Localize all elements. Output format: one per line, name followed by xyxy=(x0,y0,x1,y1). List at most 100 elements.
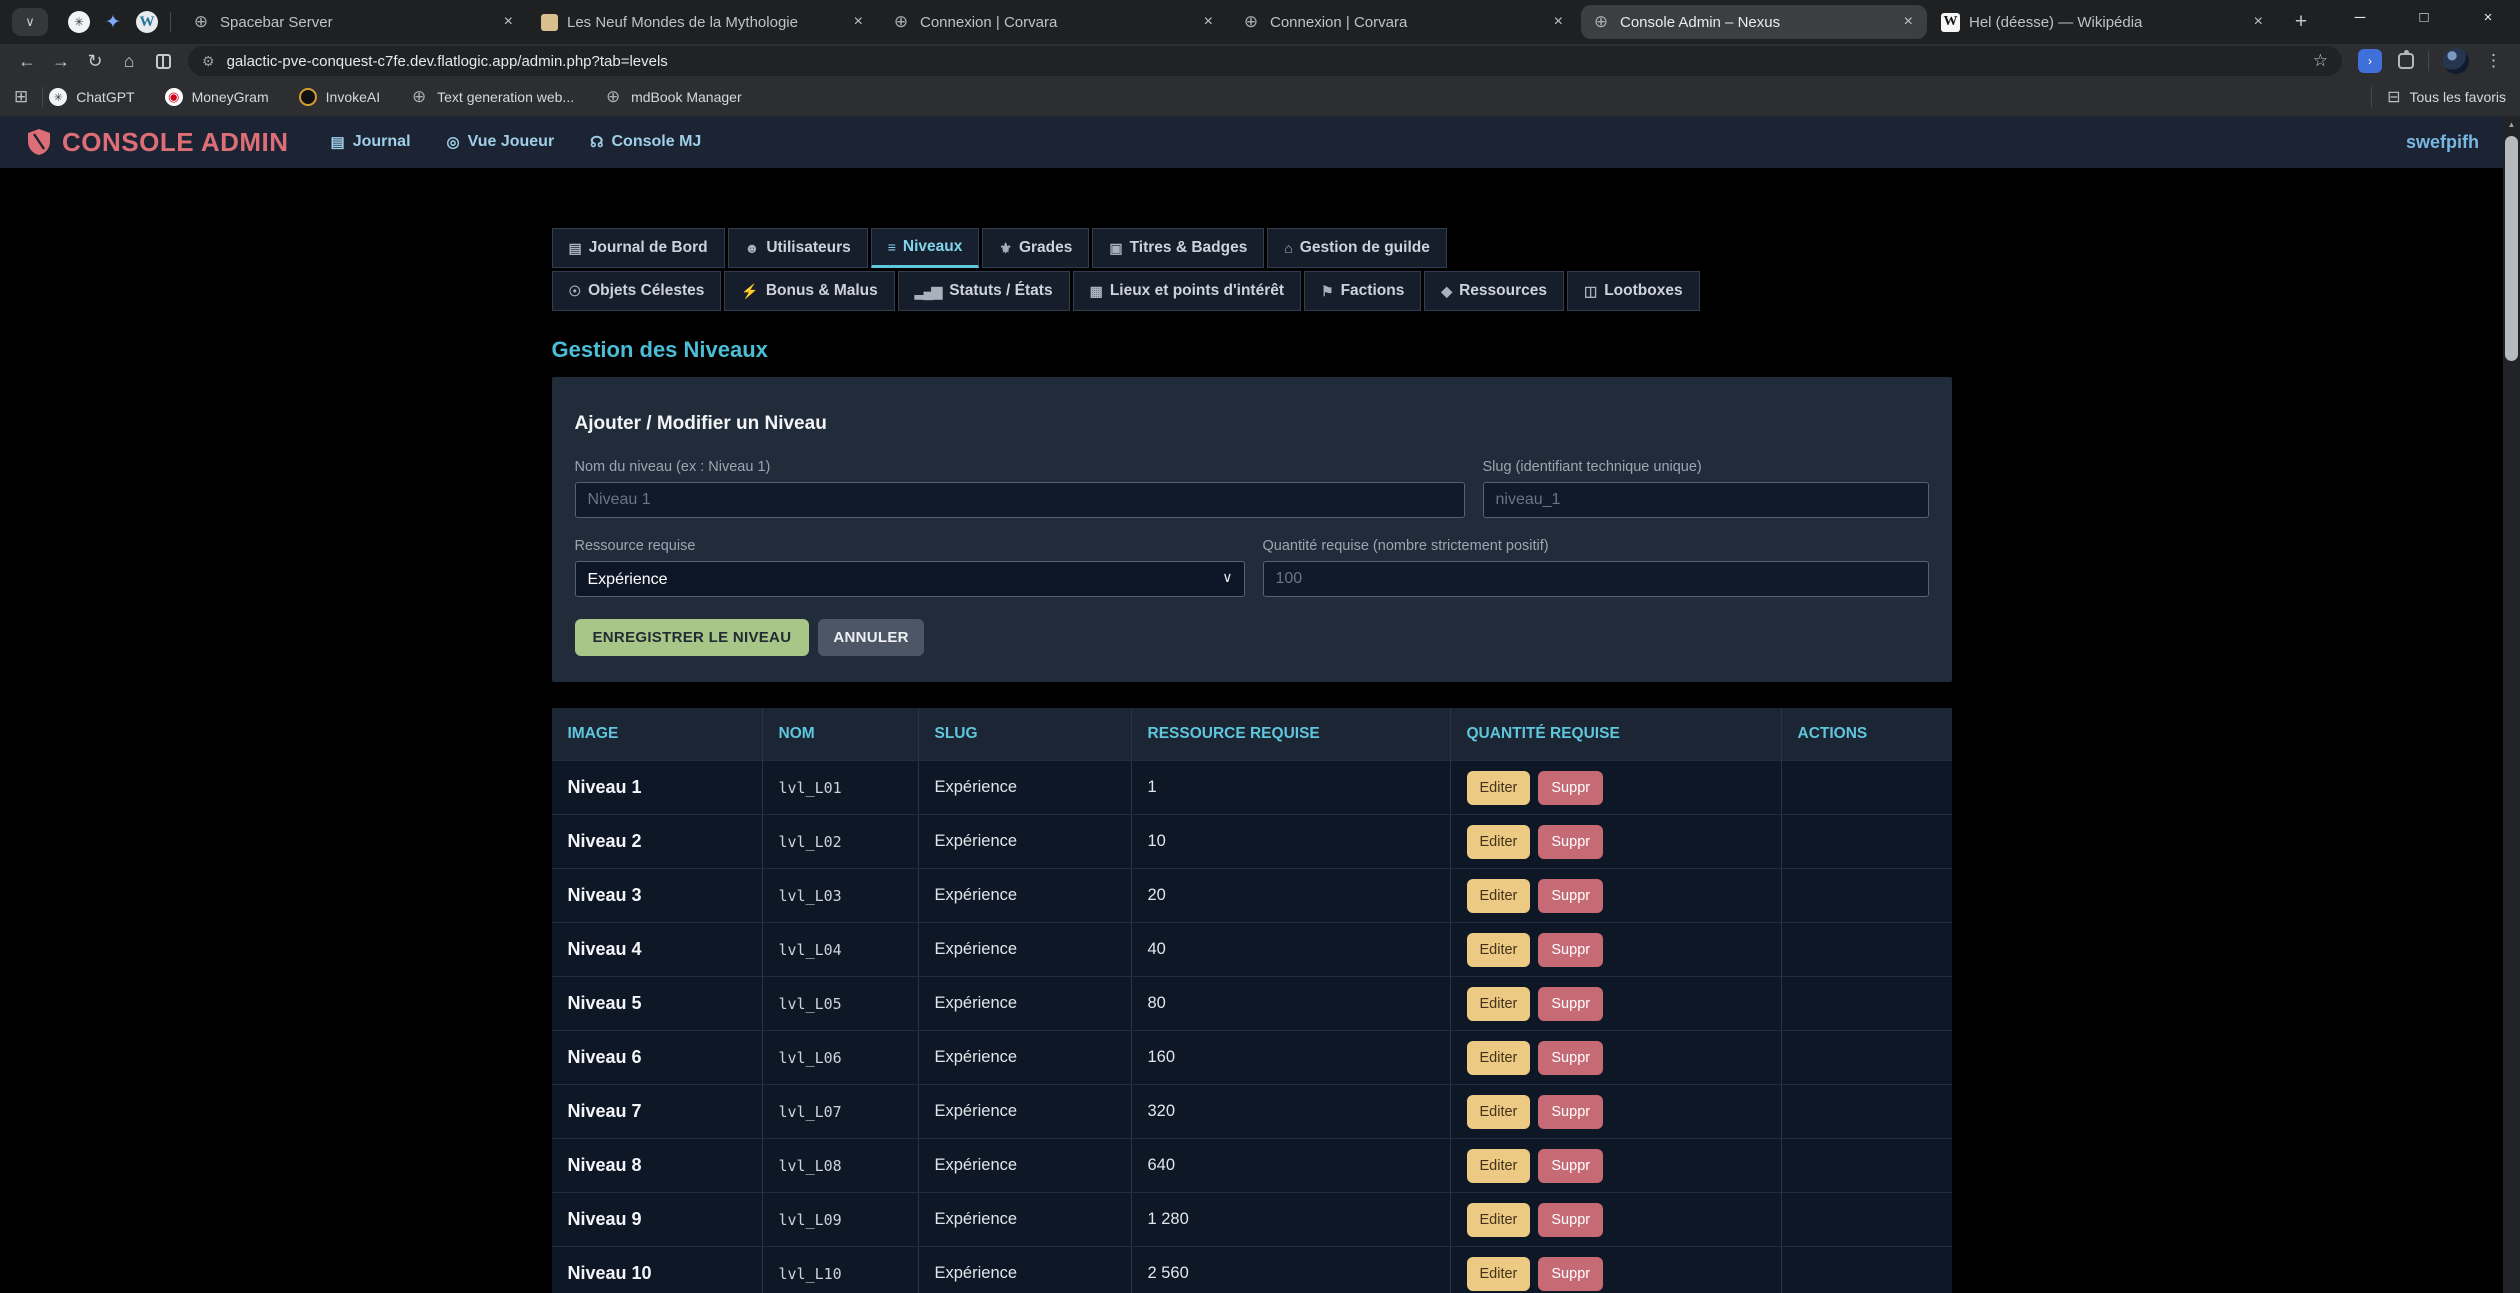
forward-icon[interactable]: → xyxy=(44,46,78,76)
admin-tab[interactable]: ◫ Lootboxes xyxy=(1567,271,1700,311)
bookmark-item[interactable]: ✳ ChatGPT xyxy=(49,88,134,106)
pinned-tab[interactable]: ✳ xyxy=(62,7,96,37)
edit-button[interactable]: Editer xyxy=(1467,771,1531,805)
scrollbar[interactable]: ▲ xyxy=(2503,116,2520,1293)
cancel-button[interactable]: ANNULER xyxy=(818,619,923,656)
all-bookmarks-button[interactable]: ⊟ Tous les favoris xyxy=(2365,87,2506,107)
edit-button[interactable]: Editer xyxy=(1467,1041,1531,1075)
delete-button[interactable]: Suppr xyxy=(1538,1149,1603,1183)
admin-tab[interactable]: ⚑ Factions xyxy=(1304,271,1421,311)
admin-tab[interactable]: ▂▄▆ Statuts / États xyxy=(898,271,1070,311)
bookmark-item[interactable]: ⊕ Text generation web... xyxy=(410,88,574,106)
address-bar[interactable]: ⚙ galactic-pve-conquest-c7fe.dev.flatlog… xyxy=(188,46,2342,76)
admin-tab[interactable]: ▦ Lieux et points d'intérêt xyxy=(1073,271,1301,311)
delete-button[interactable]: Suppr xyxy=(1538,1257,1603,1291)
close-icon[interactable]: × xyxy=(500,13,517,31)
back-icon[interactable]: ← xyxy=(10,46,44,76)
admin-tab-label: Titres & Badges xyxy=(1130,239,1248,257)
save-level-button[interactable]: ENREGISTRER LE NIVEAU xyxy=(575,619,810,656)
form-title: Ajouter / Modifier un Niveau xyxy=(575,413,1929,435)
bookmark-item[interactable]: InvokeAI xyxy=(299,88,380,106)
delete-button[interactable]: Suppr xyxy=(1538,1041,1603,1075)
browser-tab[interactable]: ⊕ Connexion | Corvara × xyxy=(881,5,1227,39)
slug-input[interactable] xyxy=(1483,482,1929,518)
admin-tab[interactable]: ▤ Journal de Bord xyxy=(552,228,725,268)
edit-button[interactable]: Editer xyxy=(1467,1149,1531,1183)
admin-nav-link[interactable]: ▤ Journal xyxy=(331,133,411,151)
admin-tab-label: Lootboxes xyxy=(1604,282,1682,300)
actions-empty-cell xyxy=(1781,977,1952,1030)
browser-tab[interactable]: ⊕ Connexion | Corvara × xyxy=(1231,5,1577,39)
admin-nav-link[interactable]: ◎ Vue Joueur xyxy=(447,133,555,151)
edit-button[interactable]: Editer xyxy=(1467,1095,1531,1129)
pinned-tab[interactable]: W xyxy=(130,7,164,37)
level-name-input[interactable] xyxy=(575,482,1465,518)
delete-button[interactable]: Suppr xyxy=(1538,987,1603,1021)
admin-tab[interactable]: ☻ Utilisateurs xyxy=(728,228,868,268)
bookmark-item[interactable]: ◉ MoneyGram xyxy=(165,88,269,106)
brand-label: CONSOLE ADMIN xyxy=(62,127,289,158)
quantity-input[interactable] xyxy=(1263,561,1929,597)
admin-tab[interactable]: ≡ Niveaux xyxy=(871,228,980,268)
close-icon[interactable]: × xyxy=(1900,13,1917,31)
browser-tab[interactable]: W Hel (déesse) — Wikipédia × xyxy=(1931,5,2277,39)
delete-button[interactable]: Suppr xyxy=(1538,825,1603,859)
level-resource-cell: Expérience xyxy=(918,1247,1131,1293)
table-header-cell: RESSOURCE REQUISE xyxy=(1131,708,1450,760)
profile-avatar[interactable] xyxy=(2443,48,2469,74)
browser-tab[interactable]: Les Neuf Mondes de la Mythologie × xyxy=(531,5,877,39)
extension-icon[interactable]: › xyxy=(2358,49,2382,73)
close-icon[interactable]: × xyxy=(1550,13,1567,31)
url-text[interactable]: galactic-pve-conquest-c7fe.dev.flatlogic… xyxy=(227,53,2313,70)
brand[interactable]: CONSOLE ADMIN xyxy=(27,127,289,158)
browser-tab[interactable]: ⊕ Spacebar Server × xyxy=(181,5,527,39)
close-icon[interactable]: × xyxy=(1200,13,1217,31)
admin-tab[interactable]: ⌂ Gestion de guilde xyxy=(1267,228,1447,268)
tab-separator xyxy=(170,12,171,32)
admin-tab[interactable]: ▣ Titres & Badges xyxy=(1092,228,1264,268)
minimize-button[interactable]: ─ xyxy=(2328,0,2392,34)
edit-button[interactable]: Editer xyxy=(1467,987,1531,1021)
browser-menu-icon[interactable]: ⋮ xyxy=(2477,51,2510,71)
reload-icon[interactable]: ↻ xyxy=(78,46,112,76)
admin-tab[interactable]: ☉ Objets Célestes xyxy=(552,271,722,311)
resource-select[interactable]: Expérience xyxy=(575,561,1245,597)
medal-icon: ⚜ xyxy=(999,240,1010,257)
bookmark-star-icon[interactable]: ☆ xyxy=(2313,51,2328,71)
edit-button[interactable]: Editer xyxy=(1467,933,1531,967)
site-settings-icon[interactable]: ⚙ xyxy=(202,53,215,70)
tab-search-button[interactable]: ∨ xyxy=(12,8,48,36)
delete-button[interactable]: Suppr xyxy=(1538,771,1603,805)
actions-empty-cell xyxy=(1781,1085,1952,1138)
delete-button[interactable]: Suppr xyxy=(1538,879,1603,913)
admin-tab[interactable]: ◆ Ressources xyxy=(1424,271,1564,311)
new-tab-button[interactable]: + xyxy=(2285,6,2317,38)
close-icon[interactable]: × xyxy=(850,13,867,31)
level-resource-cell: Expérience xyxy=(918,869,1131,922)
maximize-button[interactable]: □ xyxy=(2392,0,2456,34)
edit-button[interactable]: Editer xyxy=(1467,879,1531,913)
edit-button[interactable]: Editer xyxy=(1467,825,1531,859)
scrollbar-thumb[interactable] xyxy=(2505,136,2518,361)
delete-button[interactable]: Suppr xyxy=(1538,1203,1603,1237)
side-panel-icon[interactable] xyxy=(146,46,180,76)
close-icon[interactable]: × xyxy=(2250,13,2267,31)
extensions-puzzle-icon[interactable] xyxy=(2398,53,2414,69)
edit-button[interactable]: Editer xyxy=(1467,1203,1531,1237)
delete-button[interactable]: Suppr xyxy=(1538,1095,1603,1129)
scroll-up-icon[interactable]: ▲ xyxy=(2503,116,2520,132)
admin-tab[interactable]: ⚜ Grades xyxy=(982,228,1089,268)
username[interactable]: swefpifh xyxy=(2406,132,2479,153)
pinned-tab[interactable]: ✦ xyxy=(96,7,130,37)
delete-button[interactable]: Suppr xyxy=(1538,933,1603,967)
admin-nav-link[interactable]: ☊ Console MJ xyxy=(590,133,701,151)
level-name-cell: Niveau 2 xyxy=(552,815,762,868)
close-window-button[interactable]: × xyxy=(2456,0,2520,34)
browser-tab[interactable]: ⊕ Console Admin – Nexus × xyxy=(1581,5,1927,39)
bookmark-item[interactable]: ⊕ mdBook Manager xyxy=(604,88,742,106)
edit-button[interactable]: Editer xyxy=(1467,1257,1531,1291)
bookmark-label: Text generation web... xyxy=(437,89,574,105)
admin-tab[interactable]: ⚡ Bonus & Malus xyxy=(724,271,894,311)
apps-grid-icon[interactable]: ⊞ xyxy=(14,87,28,107)
home-icon[interactable]: ⌂ xyxy=(112,46,146,76)
